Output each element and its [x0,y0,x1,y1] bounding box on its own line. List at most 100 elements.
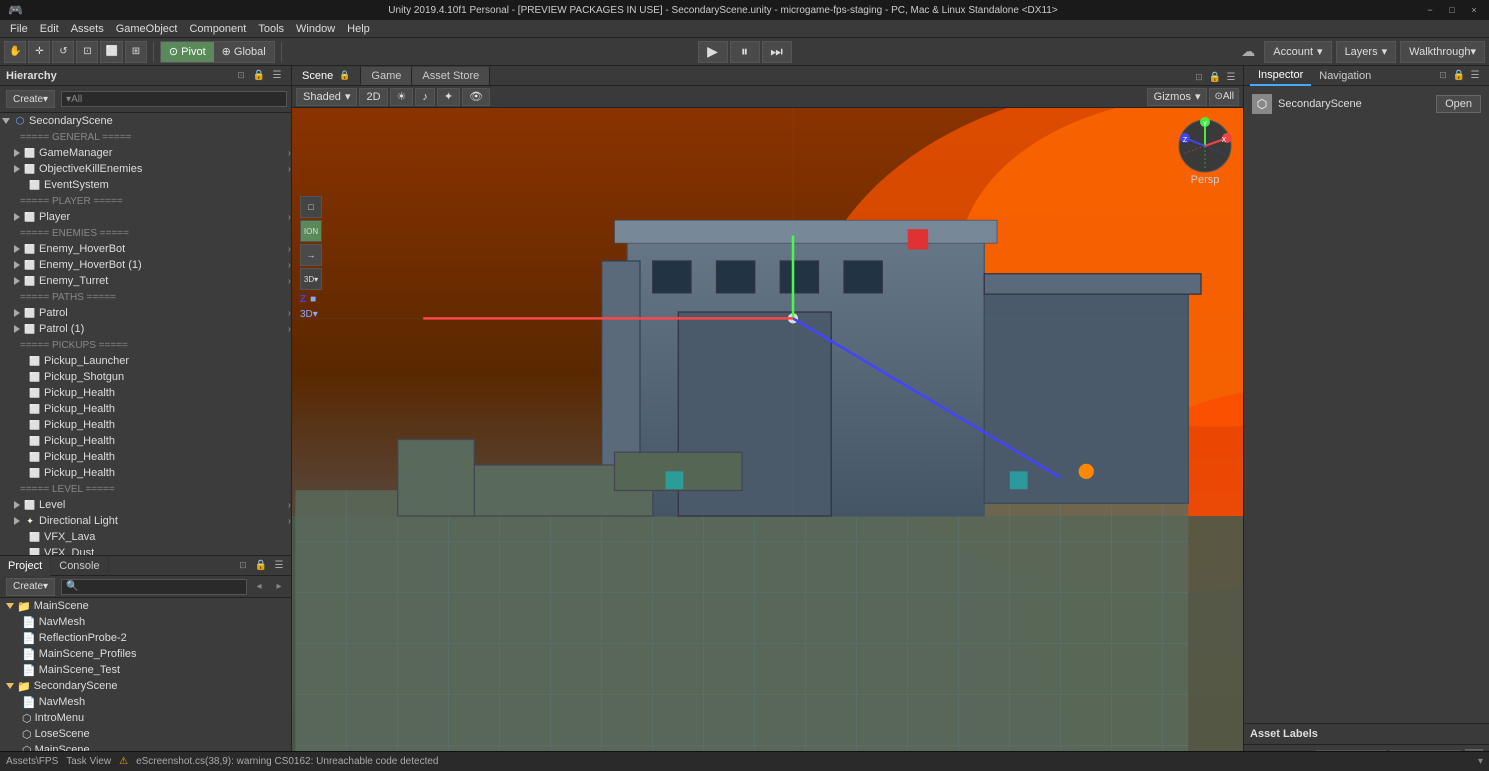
asset-store-tab[interactable]: Asset Store [412,67,490,85]
proj-item-mainscene-folder[interactable]: 📁 MainScene [0,598,291,614]
effects-toggle[interactable]: ✦ [437,88,460,106]
menu-window[interactable]: Window [290,20,341,38]
lighting-toggle[interactable]: ☀ [390,88,414,106]
tree-item-patrol-1[interactable]: ⬜ Patrol (1) › [0,321,291,337]
move-tool[interactable]: ✛ [28,41,50,63]
tree-item-eventsystem[interactable]: ⬜ EventSystem [0,177,291,193]
proj-item-intromenu[interactable]: ⬡ IntroMenu [0,710,291,726]
play-button[interactable]: ▶ [698,41,728,63]
tree-item-player[interactable]: ⬜ Player › [0,209,291,225]
menu-assets[interactable]: Assets [65,20,110,38]
menu-gameobject[interactable]: GameObject [110,20,184,38]
account-button[interactable]: Account ▾ [1264,41,1331,63]
menu-component[interactable]: Component [183,20,252,38]
project-tab[interactable]: Project [0,556,51,576]
scene-lock[interactable]: 🔒 [1207,69,1223,85]
tree-item-pickup-health-5[interactable]: ⬜ Pickup_Health [0,449,291,465]
project-search-input[interactable]: 🔍 [61,579,247,595]
nav-3d[interactable]: 3D▾ [300,268,322,290]
walkthrough-button[interactable]: Walkthrough▾ [1400,41,1485,63]
hierarchy-menu[interactable]: ☰ [269,68,285,84]
inspector-tab[interactable]: Inspector [1250,66,1311,86]
menu-edit[interactable]: Edit [34,20,65,38]
hierarchy-search[interactable]: ▾All [61,91,287,107]
menu-file[interactable]: File [4,20,34,38]
proj-item-navmesh[interactable]: 📄 NavMesh [0,614,291,630]
tree-item-pickup-shotgun[interactable]: ⬜ Pickup_Shotgun [0,369,291,385]
tree-item-patrol[interactable]: ⬜ Patrol › [0,305,291,321]
nav-arrow[interactable]: → [300,244,322,266]
tree-item-enemy-hoverbot[interactable]: ⬜ Enemy_HoverBot › [0,241,291,257]
tree-item-pickup-health-1[interactable]: ⬜ Pickup_Health [0,385,291,401]
hand-tool[interactable]: ✋ [4,41,26,63]
project-maximize[interactable]: ⊡ [235,558,251,574]
proj-item-navmesh-2[interactable]: 📄 NavMesh [0,694,291,710]
inspector-menu[interactable]: ☰ [1467,68,1483,84]
rotate-tool[interactable]: ↺ [52,41,74,63]
close-button[interactable]: × [1467,3,1481,17]
tree-item-directional-light[interactable]: ✦ Directional Light › [0,513,291,529]
pivot-button[interactable]: ⊙ Pivot [161,42,214,62]
hierarchy-lock[interactable]: 🔒 [251,68,267,84]
rect-tool[interactable]: ⬜ [100,41,122,63]
navigation-tab[interactable]: Navigation [1311,66,1379,86]
hierarchy-create-button[interactable]: Create ▾ [6,90,55,108]
tree-item-enemy-turret[interactable]: ⬜ Enemy_Turret › [0,273,291,289]
tree-item-pickup-health-4[interactable]: ⬜ Pickup_Health [0,433,291,449]
global-button[interactable]: ⊕ Global [214,42,274,62]
shading-dropdown[interactable]: Shaded ▾ [296,88,357,106]
proj-item-losescene[interactable]: ⬡ LoseScene [0,726,291,742]
status-collapse[interactable]: ▾ [1478,756,1483,767]
proj-item-mainscene[interactable]: ⬡ MainScene [0,742,291,751]
tree-item-enemy-hoverbot-1[interactable]: ⬜ Enemy_HoverBot (1) › [0,257,291,273]
tree-item-pickup-health-3[interactable]: ⬜ Pickup_Health [0,417,291,433]
hide-toggle[interactable]: 👁 [462,88,490,106]
layers-button[interactable]: Layers ▾ [1336,41,1397,63]
tree-item-secondary-scene[interactable]: ⬡ SecondaryScene [0,113,291,129]
scene-tab[interactable]: Scene 🔒 [292,67,361,85]
2d-toggle[interactable]: 2D [359,88,387,106]
open-scene-button[interactable]: Open [1436,95,1481,113]
minimize-button[interactable]: − [1423,3,1437,17]
inspector-maximize[interactable]: ⊡ [1435,68,1451,84]
hierarchy-maximize[interactable]: ⊡ [233,68,249,84]
project-nav-right[interactable]: ▸ [271,579,287,595]
step-button[interactable]: ⏭ [762,41,792,63]
multi-tool[interactable]: ⊞ [125,41,147,63]
task-view-button[interactable]: Task View [66,756,111,767]
all-tag[interactable]: ⊙ All [1209,88,1239,106]
tree-item-gamemanager[interactable]: ⬜ GameManager › [0,145,291,161]
cloud-icon[interactable]: ☁ [1236,43,1260,61]
console-tab[interactable]: Console [51,556,108,576]
project-lock[interactable]: 🔒 [253,558,269,574]
nav-view-1[interactable]: □ [300,196,322,218]
maximize-button[interactable]: □ [1445,3,1459,17]
audio-toggle[interactable]: ♪ [415,88,435,106]
tree-item-objective[interactable]: ⬜ ObjectiveKillEnemies › [0,161,291,177]
proj-item-mainscene-profiles[interactable]: 📄 MainScene_Profiles [0,646,291,662]
inspector-lock[interactable]: 🔒 [1451,68,1467,84]
scene-menu[interactable]: ☰ [1223,69,1239,85]
menu-help[interactable]: Help [341,20,376,38]
proj-item-secondaryscene-folder[interactable]: 📁 SecondaryScene [0,678,291,694]
tree-item-pickup-launcher[interactable]: ⬜ Pickup_Launcher [0,353,291,369]
proj-item-mainscene-test[interactable]: 📄 MainScene_Test [0,662,291,678]
tree-item-level[interactable]: ⬜ Level › [0,497,291,513]
gizmos-button[interactable]: Gizmos ▾ [1147,88,1208,106]
project-create-button[interactable]: Create ▾ [6,578,55,596]
project-nav-left[interactable]: ◂ [251,579,267,595]
tree-item-pickup-health-6[interactable]: ⬜ Pickup_Health [0,465,291,481]
game-tab[interactable]: Game [361,67,412,85]
nav-ion[interactable]: ION [300,220,322,242]
scene-maximize[interactable]: ⊡ [1191,69,1207,85]
persp-label[interactable]: Persp [1175,174,1235,186]
proj-item-reflection-probe[interactable]: 📄 ReflectionProbe-2 [0,630,291,646]
tree-item-vfx-lava[interactable]: ⬜ VFX_Lava [0,529,291,545]
pause-button[interactable]: ⏸ [730,41,760,63]
scale-tool[interactable]: ⊡ [76,41,98,63]
tree-item-vfx-dust[interactable]: ⬜ VFX_Dust [0,545,291,556]
tree-item-pickup-health-2[interactable]: ⬜ Pickup_Health [0,401,291,417]
scene-3d-view[interactable]: X ■ Y ■ Z ■ 3D▾ □ ION [292,108,1243,771]
menu-tools[interactable]: Tools [252,20,290,38]
project-menu[interactable]: ☰ [271,558,287,574]
